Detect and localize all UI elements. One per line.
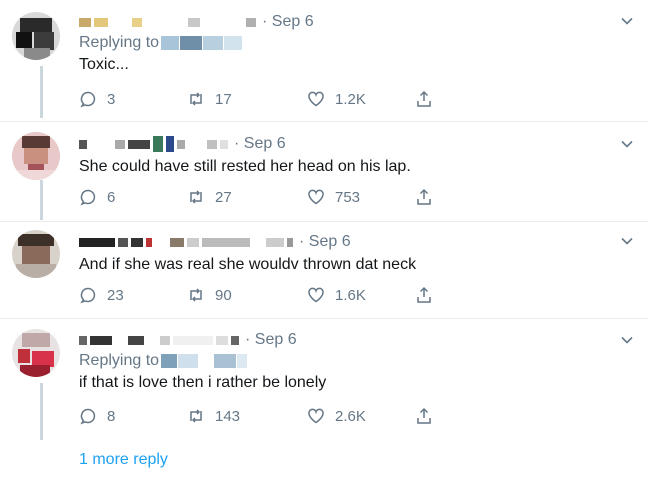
share-button[interactable] bbox=[415, 286, 433, 304]
reply-button[interactable]: 8 bbox=[79, 407, 187, 425]
retweet-button[interactable]: 17 bbox=[187, 90, 307, 108]
reply-icon bbox=[80, 408, 96, 425]
like-count: 1.6K bbox=[335, 286, 366, 304]
tweet-text: if that is love then i rather be lonely bbox=[79, 374, 327, 391]
tweet-header: · Sep 6 bbox=[79, 232, 616, 252]
like-button[interactable]: 2.6K bbox=[307, 407, 415, 425]
share-icon bbox=[417, 188, 431, 205]
chevron-down-icon[interactable] bbox=[620, 333, 634, 347]
retweet-count: 143 bbox=[215, 407, 241, 425]
tweet-date[interactable]: · Sep 6 bbox=[262, 13, 314, 31]
avatar[interactable] bbox=[12, 132, 60, 180]
reply-count: 8 bbox=[107, 407, 116, 425]
share-button[interactable] bbox=[415, 90, 433, 108]
like-button[interactable]: 1.2K bbox=[307, 90, 415, 108]
more-replies-link[interactable]: 1 more reply bbox=[79, 451, 168, 469]
tweet-date[interactable]: · Sep 6 bbox=[299, 233, 351, 251]
tweet-text: Toxic... bbox=[79, 56, 129, 73]
retweet-button[interactable]: 27 bbox=[187, 188, 307, 206]
tweet-actions: 3 17 1.2K bbox=[79, 90, 433, 108]
tweet-text: And if she was real she wouldv thrown da… bbox=[79, 256, 417, 273]
like-button[interactable]: 1.6K bbox=[307, 286, 415, 304]
share-icon bbox=[417, 407, 431, 424]
share-icon bbox=[417, 90, 431, 107]
reply-button[interactable]: 23 bbox=[79, 286, 187, 304]
tweet-actions: 8 143 2.6K bbox=[79, 407, 433, 425]
heart-icon bbox=[308, 189, 324, 205]
tweet-date[interactable]: · Sep 6 bbox=[245, 331, 297, 349]
retweet-icon bbox=[190, 288, 202, 302]
heart-icon bbox=[308, 408, 324, 424]
reply-count: 3 bbox=[107, 90, 116, 108]
like-count: 753 bbox=[335, 188, 361, 206]
blurred-username bbox=[79, 17, 256, 27]
tweet[interactable]: · Sep 6 Replying to Toxic... 3 17 1.2K bbox=[0, 0, 648, 121]
share-icon bbox=[417, 286, 431, 303]
chevron-down-icon[interactable] bbox=[620, 234, 634, 248]
retweet-button[interactable]: 90 bbox=[187, 286, 307, 304]
tweet[interactable]: · Sep 6 And if she was real she wouldv t… bbox=[0, 222, 648, 318]
tweet-header: · Sep 6 bbox=[79, 12, 616, 32]
avatar[interactable] bbox=[12, 12, 60, 60]
reply-count: 6 bbox=[107, 188, 116, 206]
retweet-count: 90 bbox=[215, 286, 232, 304]
blurred-username bbox=[79, 237, 293, 247]
heart-icon bbox=[308, 287, 324, 303]
tweet-header: · Sep 6 bbox=[79, 330, 616, 350]
tweet-header: · Sep 6 bbox=[79, 134, 616, 154]
blurred-username bbox=[79, 335, 239, 345]
retweet-icon bbox=[190, 190, 202, 204]
reply-icon bbox=[80, 189, 96, 206]
like-count: 2.6K bbox=[335, 407, 366, 425]
reply-icon bbox=[80, 91, 96, 108]
blurred-reply-handle[interactable] bbox=[161, 354, 248, 368]
retweet-count: 27 bbox=[215, 188, 232, 206]
share-button[interactable] bbox=[415, 188, 433, 206]
tweet-actions: 23 90 1.6K bbox=[79, 286, 433, 304]
like-count: 1.2K bbox=[335, 90, 366, 108]
tweet-text: She could have still rested her head on … bbox=[79, 158, 411, 175]
reply-button[interactable]: 6 bbox=[79, 188, 187, 206]
share-button[interactable] bbox=[415, 407, 433, 425]
tweet-date[interactable]: · Sep 6 bbox=[234, 135, 286, 153]
chevron-down-icon[interactable] bbox=[620, 14, 634, 28]
replying-to: Replying to bbox=[79, 352, 616, 370]
reply-count: 23 bbox=[107, 286, 124, 304]
avatar[interactable] bbox=[12, 329, 60, 377]
blurred-username bbox=[79, 136, 228, 152]
replying-to: Replying to bbox=[79, 34, 616, 52]
retweet-icon bbox=[190, 409, 202, 423]
blurred-reply-handle[interactable] bbox=[161, 36, 243, 50]
avatar[interactable] bbox=[12, 230, 60, 278]
tweet[interactable]: · Sep 6 She could have still rested her … bbox=[0, 122, 648, 221]
tweet-actions: 6 27 753 bbox=[79, 188, 433, 206]
retweet-button[interactable]: 143 bbox=[187, 407, 307, 425]
heart-icon bbox=[308, 91, 324, 107]
retweet-count: 17 bbox=[215, 90, 232, 108]
retweet-icon bbox=[190, 92, 202, 106]
reply-icon bbox=[80, 287, 96, 304]
like-button[interactable]: 753 bbox=[307, 188, 415, 206]
reply-button[interactable]: 3 bbox=[79, 90, 187, 108]
chevron-down-icon[interactable] bbox=[620, 137, 634, 151]
